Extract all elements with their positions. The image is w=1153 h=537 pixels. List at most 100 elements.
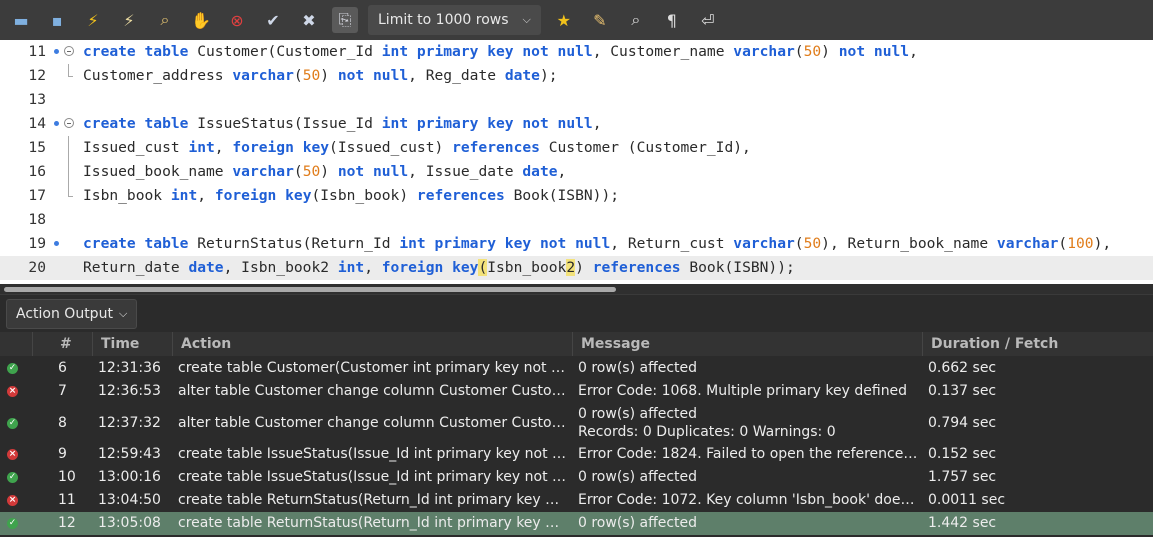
- table-row[interactable]: × 9 12:59:43 create table IssueStatus(Issue…: [0, 443, 1153, 466]
- line-number: 12: [28, 67, 46, 84]
- beautify-star-icon: ★: [556, 10, 572, 30]
- line-number: 20: [28, 259, 46, 276]
- code-text: Return_date date, Isbn_book2 int, foreig…: [83, 259, 795, 276]
- cell-action: alter table Customer change column Custo…: [178, 383, 568, 399]
- sql-editor[interactable]: 11 create table Customer(Customer_Id int …: [0, 40, 1153, 284]
- explain-magnifier-button[interactable]: ⌕: [152, 7, 178, 33]
- editor-scrollbar-thumb[interactable]: [4, 287, 616, 292]
- gutter-marker: [52, 64, 78, 88]
- commit-check-icon: ✔: [266, 10, 280, 30]
- save-button[interactable]: ▪: [44, 7, 70, 33]
- cell-duration: 0.794 sec: [928, 415, 997, 431]
- code-text: create table Customer(Customer_Id int pr…: [83, 43, 918, 60]
- code-line: 16 Issued_book_name varchar(50) not null,…: [0, 160, 1153, 184]
- word-wrap-button[interactable]: ⏎: [695, 7, 721, 33]
- line-number: 14: [28, 115, 46, 132]
- commit-check-button[interactable]: ✔: [260, 7, 286, 33]
- table-row[interactable]: ✓ 6 12:31:36 create table Customer(Customer…: [0, 357, 1153, 380]
- output-type-select[interactable]: Action Output ⌵: [6, 299, 138, 329]
- fold-guide: [68, 64, 69, 76]
- code-line: 14 create table IssueStatus(Issue_Id int …: [0, 112, 1153, 136]
- table-row[interactable]: ✓ 8 12:37:32 alter table Customer change co…: [0, 403, 1153, 443]
- fold-toggle-icon[interactable]: [64, 118, 74, 128]
- row-limit-label: Limit to 1000 rows: [378, 12, 509, 28]
- gutter-marker: [52, 112, 78, 136]
- column-header-num[interactable]: #: [32, 332, 92, 356]
- table-row[interactable]: ✓ 10 13:00:16 create table IssueStatus(Issu…: [0, 466, 1153, 489]
- fold-toggle-icon[interactable]: [64, 46, 74, 56]
- open-folder-button[interactable]: ▬: [8, 7, 34, 33]
- cell-action: create table ReturnStatus(Return_Id int …: [178, 515, 568, 531]
- cell-duration: 0.0011 sec: [928, 492, 1006, 508]
- column-header-time[interactable]: Time: [92, 332, 172, 356]
- fold-guide: [68, 184, 69, 196]
- stop-hand-button[interactable]: ✋: [188, 7, 214, 33]
- fold-guide: [68, 136, 69, 160]
- table-row[interactable]: × 7 12:36:53 alter table Customer change co…: [0, 380, 1153, 403]
- cell-action: create table IssueStatus(Issue_Id int pr…: [178, 469, 568, 485]
- cell-action: create table IssueStatus(Issue_Id int pr…: [178, 446, 568, 462]
- line-number: 13: [28, 91, 46, 108]
- stop-on-error-button[interactable]: ⊗: [224, 7, 250, 33]
- cell-time: 12:36:53: [98, 383, 161, 399]
- cell-time: 13:04:50: [98, 492, 161, 508]
- cell-time: 12:37:32: [98, 415, 161, 431]
- code-text: Customer_address varchar(50) not null, R…: [83, 67, 558, 84]
- autocommit-toggle-button[interactable]: ⎘: [332, 7, 358, 33]
- column-header-message[interactable]: Message: [572, 332, 922, 356]
- explain-magnifier-icon: ⌕: [160, 10, 170, 29]
- cell-time: 12:31:36: [98, 360, 161, 376]
- success-check-icon: ✓: [7, 363, 18, 374]
- invisible-chars-pilcrow-button[interactable]: ¶: [659, 7, 685, 33]
- statement-dot-icon: [54, 49, 59, 54]
- success-check-icon: ✓: [7, 518, 18, 529]
- snippet-brush-button[interactable]: ✎: [587, 7, 613, 33]
- execute-current-button[interactable]: ⚡: [116, 7, 142, 33]
- error-x-icon: ×: [7, 386, 18, 397]
- cell-time: 12:59:43: [98, 446, 161, 462]
- code-text: Isbn_book int, foreign key(Isbn_book) re…: [83, 187, 620, 204]
- cell-duration: 0.152 sec: [928, 446, 997, 462]
- cell-num: 11: [58, 492, 76, 508]
- output-panel-header: Action Output ⌵: [0, 294, 1153, 332]
- chevron-down-icon: ⌵: [522, 13, 531, 26]
- line-number: 15: [28, 139, 46, 156]
- rollback-x-icon: ✖: [302, 10, 316, 30]
- code-text: create table IssueStatus(Issue_Id int pr…: [83, 115, 602, 132]
- error-x-icon: ×: [7, 449, 18, 460]
- cell-message: 0 row(s) affected: [578, 469, 698, 485]
- cell-time: 13:00:16: [98, 469, 161, 485]
- sql-editor-toolbar: ▬ ▪ ⚡ ⚡ ⌕ ✋ ⊗ ✔ ✖ ⎘ Limit to 1000 rows ⌵ ★ ✎ ⌕ ¶ ⏎: [0, 0, 1153, 40]
- fold-guide-end: [68, 76, 73, 77]
- success-check-icon: ✓: [7, 472, 18, 483]
- cell-duration: 0.662 sec: [928, 360, 997, 376]
- rollback-x-button[interactable]: ✖: [296, 7, 322, 33]
- find-magnifier-icon: ⌕: [631, 10, 641, 29]
- statement-dot-icon: [54, 121, 59, 126]
- table-row[interactable]: × 11 13:04:50 create table ReturnStatus(Ret…: [0, 489, 1153, 512]
- snippet-brush-icon: ✎: [593, 10, 607, 30]
- column-header-action[interactable]: Action: [172, 332, 572, 356]
- cell-duration: 1.757 sec: [928, 469, 997, 485]
- row-limit-select[interactable]: Limit to 1000 rows ⌵: [368, 5, 541, 35]
- cell-message: 0 row(s) affected: [578, 515, 698, 531]
- invisible-chars-pilcrow-icon: ¶: [666, 10, 677, 30]
- cell-num: 8: [58, 415, 67, 431]
- cell-duration: 1.442 sec: [928, 515, 997, 531]
- cell-num: 9: [58, 446, 67, 462]
- code-text: Issued_book_name varchar(50) not null, I…: [83, 163, 567, 180]
- beautify-star-button[interactable]: ★: [551, 7, 577, 33]
- column-header-duration[interactable]: Duration / Fetch: [922, 332, 1153, 356]
- error-x-icon: ×: [7, 495, 18, 506]
- find-magnifier-button[interactable]: ⌕: [623, 7, 649, 33]
- gutter-marker: [52, 160, 78, 184]
- execute-lightning-button[interactable]: ⚡: [80, 7, 106, 33]
- gutter-marker: [52, 184, 78, 208]
- execute-current-icon: ⚡: [123, 10, 135, 30]
- table-row[interactable]: ✓ 12 13:05:08 create table ReturnStatus(Ret…: [0, 512, 1153, 535]
- cell-num: 10: [58, 469, 76, 485]
- line-number: 16: [28, 163, 46, 180]
- cell-message: 0 row(s) affected: [578, 360, 698, 376]
- grid-header-row: # Time Action Message Duration / Fetch: [0, 332, 1153, 356]
- gutter-marker: [52, 232, 78, 256]
